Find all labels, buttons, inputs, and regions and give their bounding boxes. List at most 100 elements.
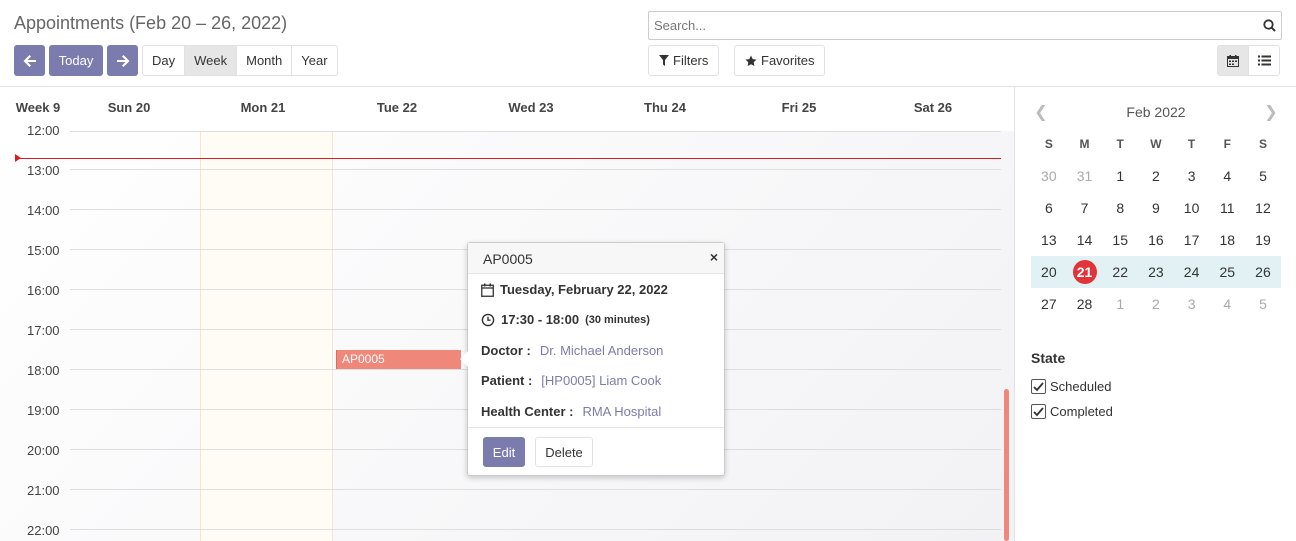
health-center-link[interactable]: RMA Hospital: [582, 404, 661, 419]
date-navigation: Today: [14, 45, 138, 76]
popover-patient-row: Patient : [HP0005] Liam Cook: [481, 373, 661, 388]
day-cell[interactable]: 16: [1138, 232, 1174, 248]
favorites-button[interactable]: Favorites: [734, 45, 826, 76]
day-cell[interactable]: 12: [1245, 200, 1281, 216]
list-icon: [1257, 55, 1271, 66]
popover-center-row: Health Center : RMA Hospital: [481, 404, 661, 419]
mini-calendar-header: ❮ Feb 2022 ❯: [1031, 102, 1281, 122]
day-cell[interactable]: 18: [1209, 232, 1245, 248]
calendar-icon: [1227, 54, 1239, 67]
day-header-mon[interactable]: Mon 21: [196, 100, 330, 115]
day-cell[interactable]: 10: [1174, 200, 1210, 216]
day-cell[interactable]: 5: [1245, 168, 1281, 184]
scale-month-button[interactable]: Month: [236, 45, 293, 76]
day-cell[interactable]: 3: [1174, 296, 1210, 312]
day-cell[interactable]: 15: [1102, 232, 1138, 248]
arrow-right-icon: [116, 54, 129, 67]
popover-date-row: Tuesday, February 22, 2022: [481, 282, 668, 297]
day-cell[interactable]: 8: [1102, 200, 1138, 216]
doctor-link[interactable]: Dr. Michael Anderson: [540, 343, 664, 358]
weekday-label: T: [1187, 137, 1196, 151]
day-cell[interactable]: 20: [1031, 264, 1067, 280]
hour-line: [70, 529, 1001, 530]
scrollbar[interactable]: [1004, 389, 1009, 541]
hour-label: 21:00: [27, 483, 60, 498]
view-switcher: [1217, 45, 1280, 76]
day-cell[interactable]: 17: [1174, 232, 1210, 248]
state-filter: State Scheduled Completed: [1031, 350, 1113, 424]
list-view-button[interactable]: [1248, 45, 1280, 76]
checkbox[interactable]: [1031, 379, 1046, 394]
day-cell[interactable]: 6: [1031, 200, 1067, 216]
hour-line: [70, 131, 1001, 132]
state-option-scheduled[interactable]: Scheduled: [1031, 374, 1113, 399]
day-header-thu[interactable]: Thu 24: [598, 100, 732, 115]
today-button[interactable]: Today: [49, 45, 103, 76]
search-icon[interactable]: [1257, 19, 1281, 32]
mini-calendar: S M T W T F S 30 31 1 2 3 4 5 6 7 8 9 10…: [1031, 128, 1281, 320]
page-title: Appointments (Feb 20 – 26, 2022): [14, 13, 288, 33]
star-icon: [745, 55, 757, 66]
search-input[interactable]: [649, 18, 1257, 33]
mini-calendar-title: Feb 2022: [1126, 104, 1186, 120]
scale-year-button[interactable]: Year: [291, 45, 338, 76]
day-header-tue[interactable]: Tue 22: [330, 100, 464, 115]
close-icon[interactable]: ×: [710, 249, 718, 265]
delete-button[interactable]: Delete: [535, 437, 593, 467]
day-cell[interactable]: 24: [1174, 264, 1210, 280]
popover-doctor-row: Doctor : Dr. Michael Anderson: [481, 343, 663, 358]
day-cell[interactable]: 14: [1067, 232, 1103, 248]
hour-label: 20:00: [27, 443, 60, 458]
check-icon: [1033, 406, 1044, 416]
patient-link[interactable]: [HP0005] Liam Cook: [541, 373, 661, 388]
day-cell[interactable]: 25: [1209, 264, 1245, 280]
day-cell[interactable]: 28: [1067, 296, 1103, 312]
day-cell[interactable]: 9: [1138, 200, 1174, 216]
state-option-completed[interactable]: Completed: [1031, 399, 1113, 424]
edit-button[interactable]: Edit: [483, 437, 525, 467]
day-cell[interactable]: 27: [1031, 296, 1067, 312]
scale-week-button[interactable]: Week: [184, 45, 238, 76]
doctor-label: Doctor :: [481, 343, 531, 358]
next-month-icon[interactable]: ❯: [1261, 102, 1281, 122]
day-cell[interactable]: 31: [1067, 168, 1103, 184]
today-day-cell[interactable]: 21: [1067, 260, 1103, 284]
day-header-fri[interactable]: Fri 25: [732, 100, 866, 115]
week-row: 27 28 1 2 3 4 5: [1031, 288, 1281, 320]
filters-button[interactable]: Filters: [648, 45, 720, 76]
day-cell[interactable]: 26: [1245, 264, 1281, 280]
day-cell[interactable]: 19: [1245, 232, 1281, 248]
hour-label: 19:00: [27, 403, 60, 418]
next-button[interactable]: [107, 45, 138, 76]
day-cell[interactable]: 4: [1209, 168, 1245, 184]
prev-month-icon[interactable]: ❮: [1031, 102, 1051, 122]
weekday-label: F: [1223, 137, 1231, 151]
calendar-event[interactable]: AP0005: [336, 350, 461, 369]
day-header-sun[interactable]: Sun 20: [62, 100, 196, 115]
day-header-wed[interactable]: Wed 23: [464, 100, 598, 115]
previous-button[interactable]: [14, 45, 45, 76]
calendar-view-button[interactable]: [1217, 45, 1249, 76]
today-badge: 21: [1072, 260, 1097, 284]
calendar-sidebar: ❮ Feb 2022 ❯ S M T W T F S 30 31 1 2 3 4…: [1014, 87, 1296, 541]
day-cell[interactable]: 7: [1067, 200, 1103, 216]
weekday-label: S: [1044, 137, 1053, 151]
state-option-label: Completed: [1050, 404, 1113, 419]
checkbox[interactable]: [1031, 404, 1046, 419]
day-cell[interactable]: 1: [1102, 296, 1138, 312]
day-cell[interactable]: 23: [1138, 264, 1174, 280]
day-cell[interactable]: 2: [1138, 296, 1174, 312]
weekday-label: W: [1150, 137, 1162, 151]
control-panel: Appointments (Feb 20 – 26, 2022) Today D…: [0, 0, 1296, 87]
day-cell[interactable]: 2: [1138, 168, 1174, 184]
day-header-sat[interactable]: Sat 26: [866, 100, 1000, 115]
day-cell[interactable]: 22: [1102, 264, 1138, 280]
day-cell[interactable]: 1: [1102, 168, 1138, 184]
day-cell[interactable]: 5: [1245, 296, 1281, 312]
day-cell[interactable]: 3: [1174, 168, 1210, 184]
scale-day-button[interactable]: Day: [142, 45, 186, 76]
day-cell[interactable]: 4: [1209, 296, 1245, 312]
day-cell[interactable]: 11: [1209, 200, 1245, 216]
day-cell[interactable]: 13: [1031, 232, 1067, 248]
day-cell[interactable]: 30: [1031, 168, 1067, 184]
